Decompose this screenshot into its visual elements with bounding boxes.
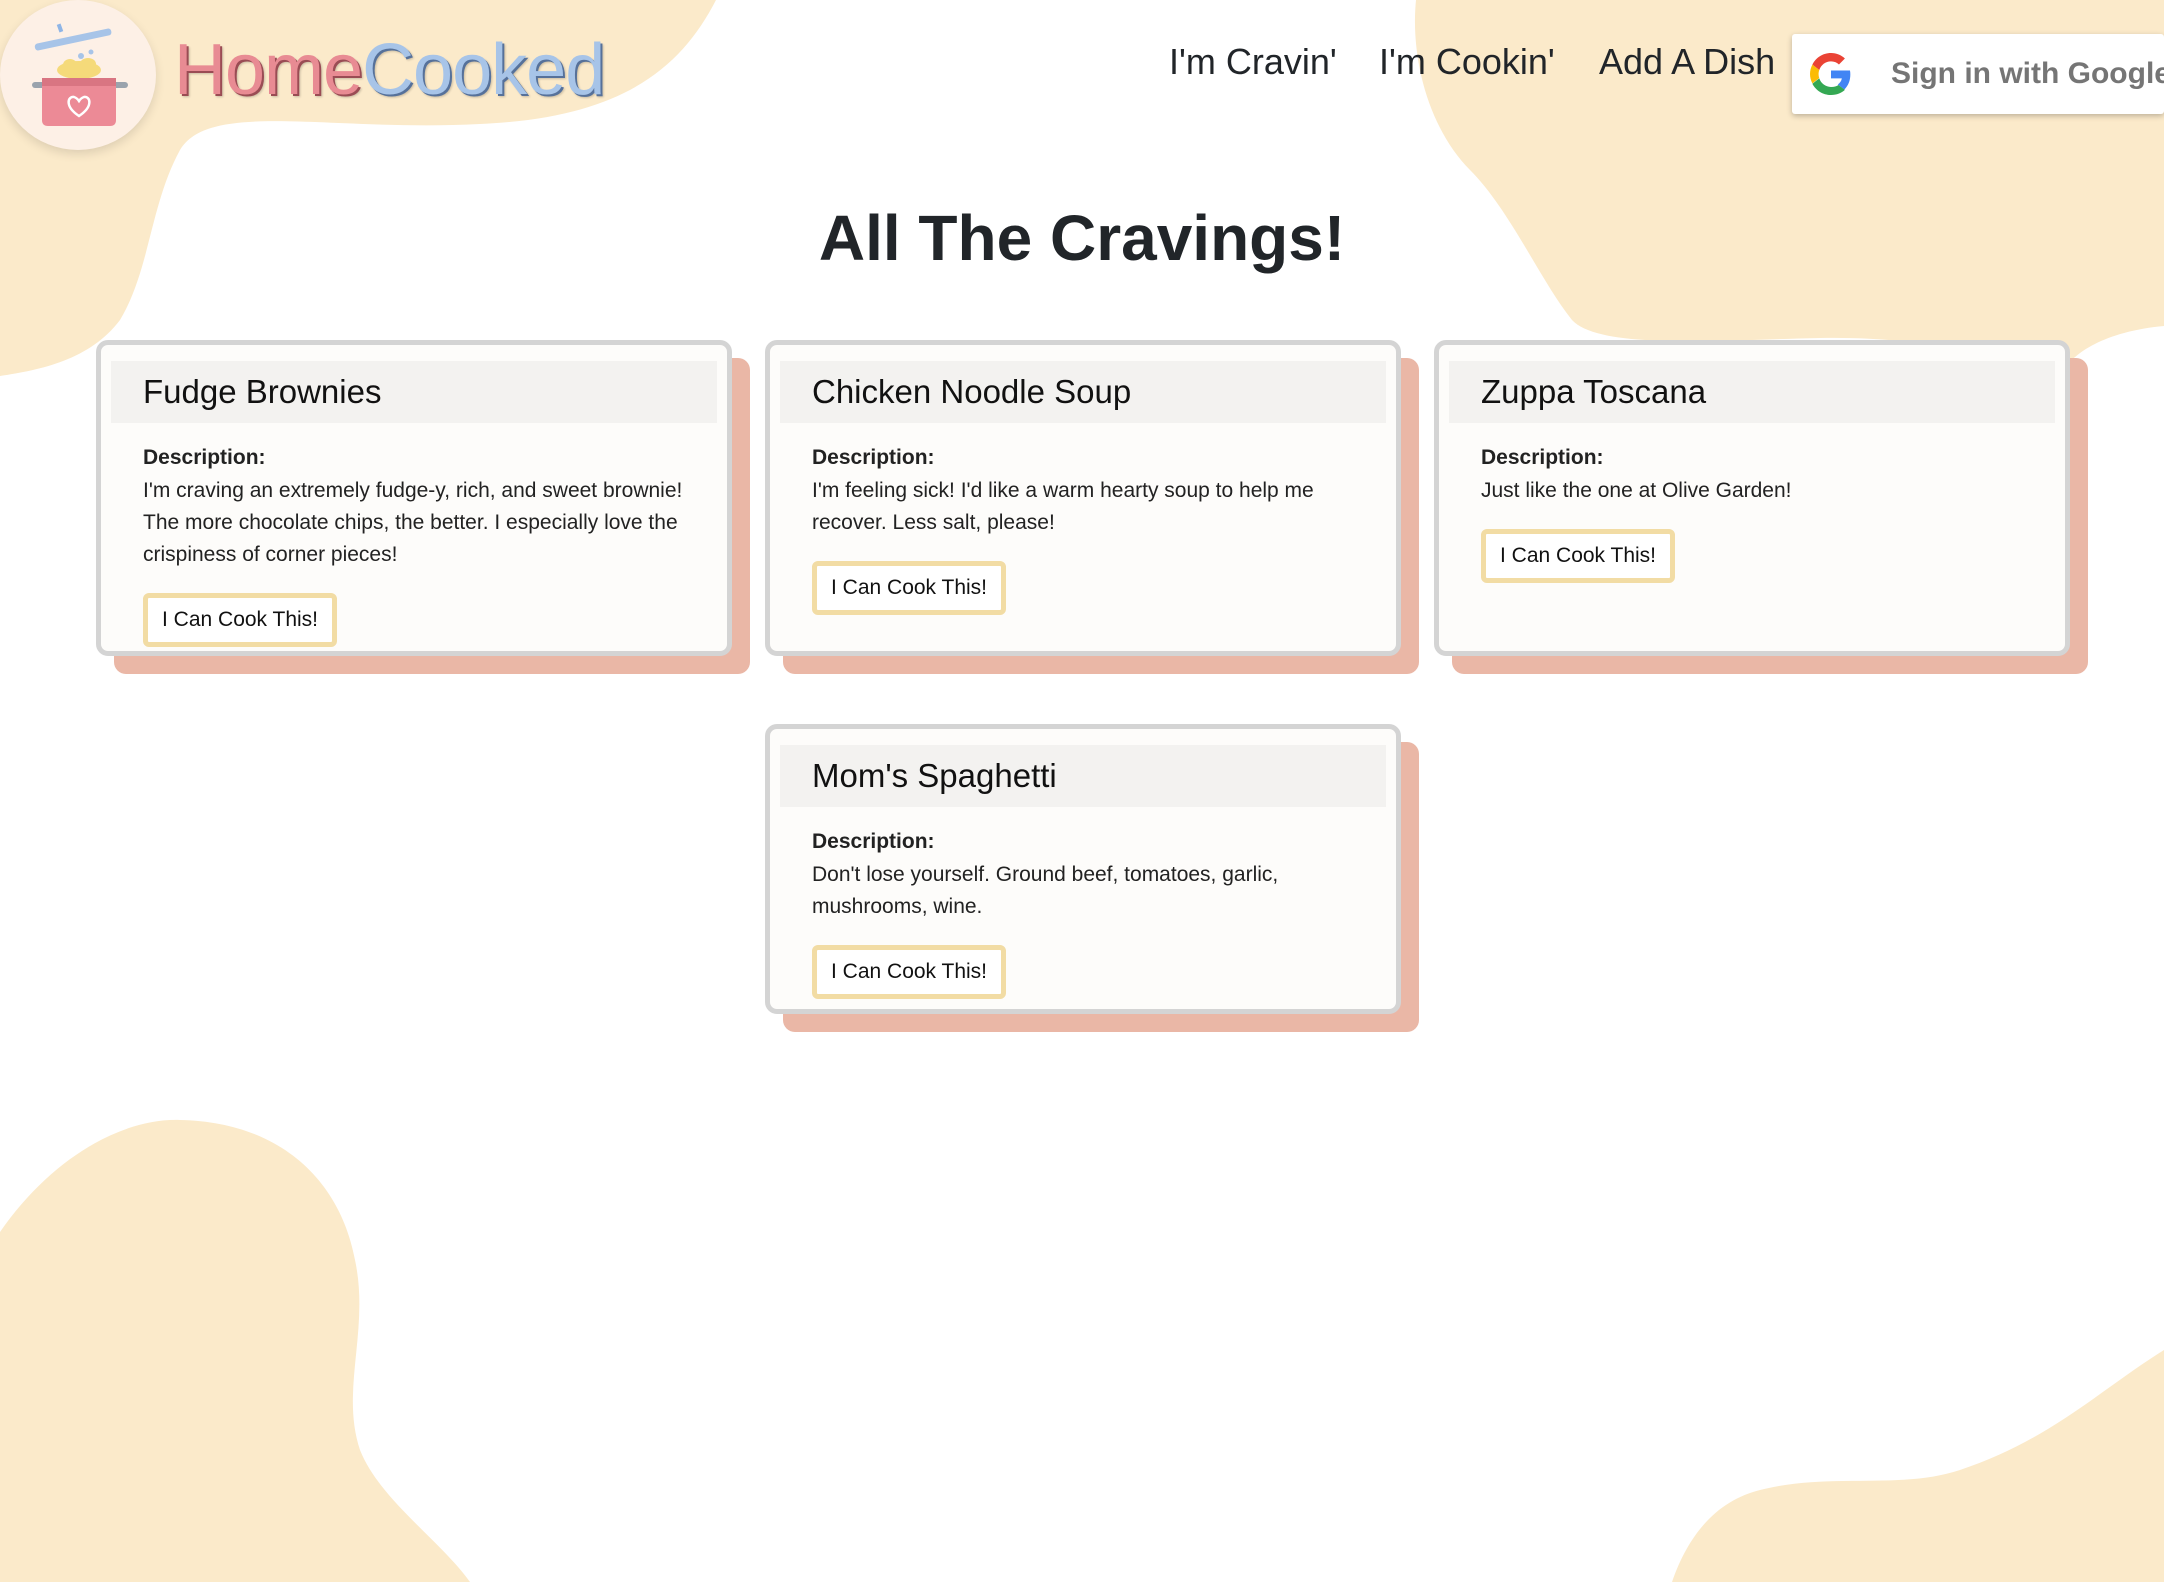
card-header: Zuppa Toscana xyxy=(1449,361,2055,423)
google-signin-button[interactable]: Sign in with Google xyxy=(1792,34,2164,114)
i-can-cook-this-button[interactable]: I Can Cook This! xyxy=(812,561,1007,615)
craving-card: Fudge Brownies Description: I'm craving … xyxy=(96,340,750,674)
description-label: Description: xyxy=(143,446,266,469)
description-text: Don't lose yourself. Ground beef, tomato… xyxy=(812,863,1279,918)
nav-link-im-cravin[interactable]: I'm Cravin' xyxy=(1169,38,1337,86)
google-g-icon xyxy=(1810,53,1851,95)
page-title: All The Cravings! xyxy=(818,202,1346,274)
google-signin-label: Sign in with Google xyxy=(1891,57,2164,90)
card-header: Mom's Spaghetti xyxy=(780,745,1386,807)
description-label: Description: xyxy=(812,446,935,469)
logo[interactable] xyxy=(0,0,156,150)
craving-card: Mom's Spaghetti Description: Don't lose … xyxy=(765,724,1419,1040)
brand-home: Home xyxy=(174,30,363,110)
brand-logotype[interactable]: HomeCooked xyxy=(174,22,605,118)
card-body: Chicken Noodle Soup Description: I'm fee… xyxy=(765,340,1401,656)
i-can-cook-this-button[interactable]: I Can Cook This! xyxy=(143,593,338,647)
i-can-cook-this-button[interactable]: I Can Cook This! xyxy=(1481,529,1676,583)
card-title: Zuppa Toscana xyxy=(1481,373,1707,410)
card-header: Fudge Brownies xyxy=(111,361,717,423)
description-text: Just like the one at Olive Garden! xyxy=(1481,479,1792,502)
card-header: Chicken Noodle Soup xyxy=(780,361,1386,423)
i-can-cook-this-button[interactable]: I Can Cook This! xyxy=(812,945,1007,999)
description-text: I'm feeling sick! I'd like a warm hearty… xyxy=(812,479,1314,534)
card-content: Description: Don't lose yourself. Ground… xyxy=(812,827,1372,999)
card-content: Description: Just like the one at Olive … xyxy=(1481,443,2041,583)
card-title: Fudge Brownies xyxy=(143,373,382,410)
description-label: Description: xyxy=(1481,446,1604,469)
description-text: I'm craving an extremely fudge-y, rich, … xyxy=(143,479,683,566)
card-title: Chicken Noodle Soup xyxy=(812,373,1132,410)
brand-cooked: Cooked xyxy=(362,30,605,110)
card-body: Fudge Brownies Description: I'm craving … xyxy=(96,340,732,656)
blob-bottom-left xyxy=(0,1119,470,1582)
card-title: Mom's Spaghetti xyxy=(812,757,1057,794)
craving-card: Chicken Noodle Soup Description: I'm fee… xyxy=(765,340,1419,674)
card-content: Description: I'm craving an extremely fu… xyxy=(143,443,703,647)
description-label: Description: xyxy=(812,830,935,853)
blob-bottom-right xyxy=(1672,1350,2164,1582)
nav-link-im-cookin[interactable]: I'm Cookin' xyxy=(1379,38,1555,86)
card-body: Mom's Spaghetti Description: Don't lose … xyxy=(765,724,1401,1014)
card-content: Description: I'm feeling sick! I'd like … xyxy=(812,443,1372,615)
craving-card: Zuppa Toscana Description: Just like the… xyxy=(1434,340,2088,674)
card-body: Zuppa Toscana Description: Just like the… xyxy=(1434,340,2070,656)
cooking-pot-icon xyxy=(32,23,128,126)
nav-link-add-a-dish[interactable]: Add A Dish xyxy=(1599,38,1775,86)
